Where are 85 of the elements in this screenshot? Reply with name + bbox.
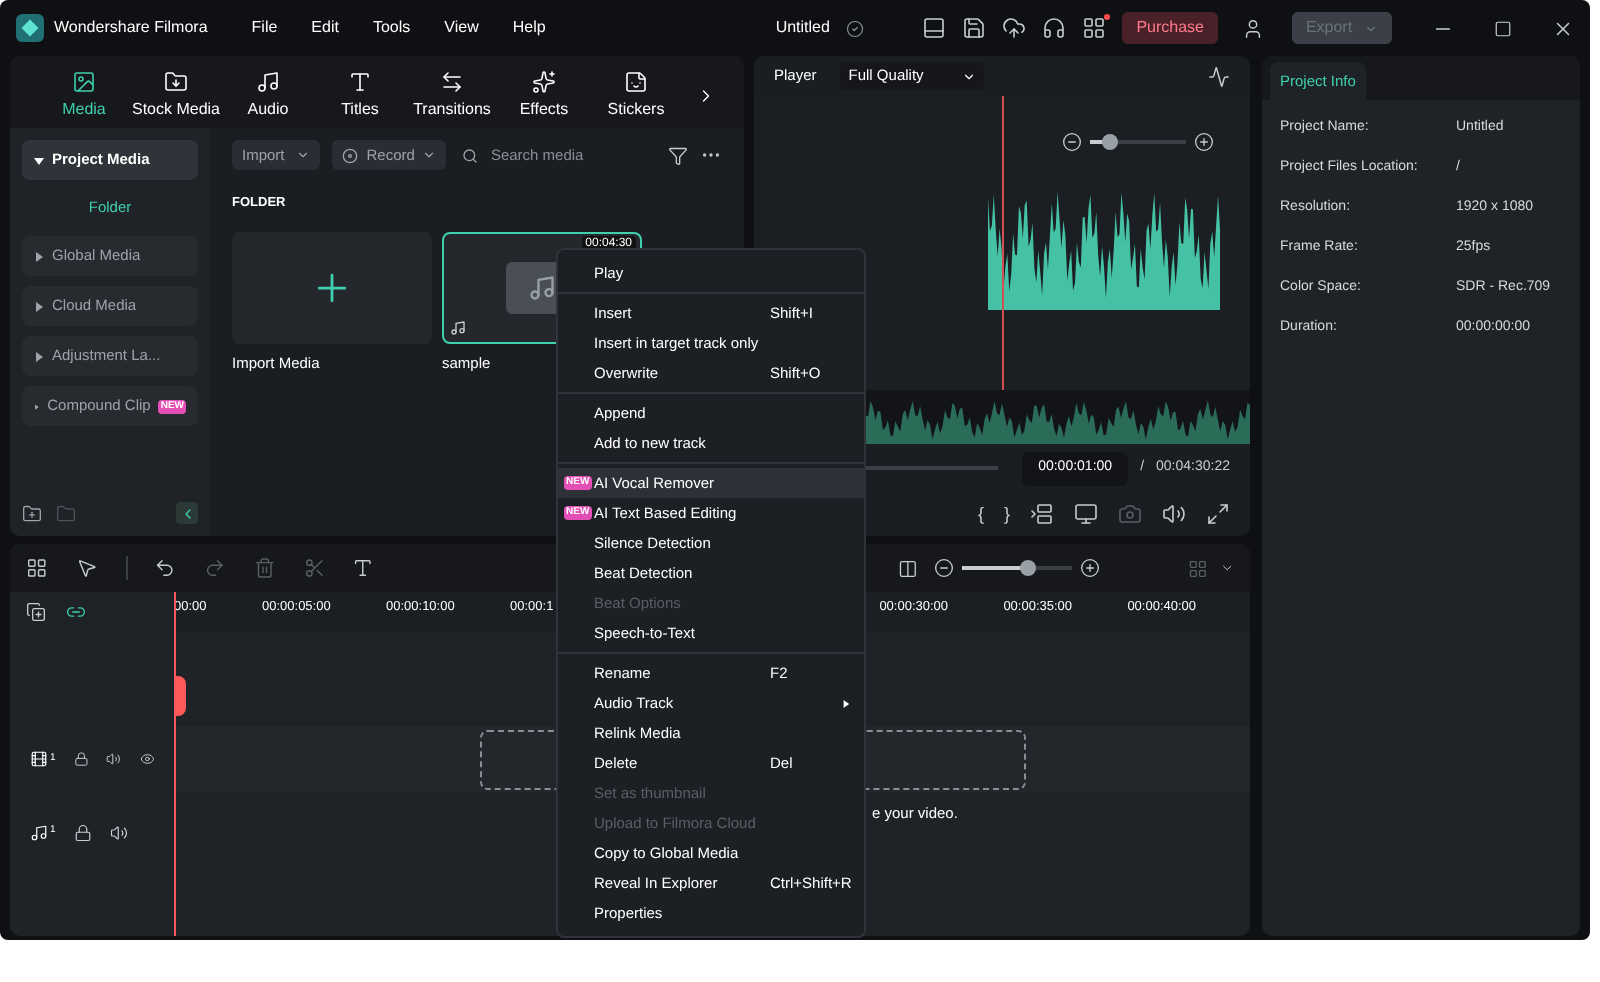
- layout-icon[interactable]: [922, 16, 947, 40]
- fullscreen-icon[interactable]: [1206, 502, 1230, 527]
- playhead-handle[interactable]: [174, 676, 186, 716]
- menu-item[interactable]: Tools: [372, 16, 411, 40]
- media-tab[interactable]: Effects: [498, 70, 590, 122]
- film-icon: [30, 750, 48, 768]
- link-icon[interactable]: [66, 602, 86, 622]
- right-triangle-icon: [34, 351, 44, 361]
- maximize-icon[interactable]: [1494, 19, 1512, 37]
- redo-icon[interactable]: [204, 556, 226, 580]
- save-icon[interactable]: [962, 16, 987, 40]
- music-note-icon: [528, 273, 556, 302]
- project-title: Untitled: [775, 16, 830, 40]
- monitor-icon[interactable]: [1074, 502, 1098, 527]
- image-icon: [72, 70, 96, 94]
- media-tab[interactable]: Transitions: [406, 70, 498, 122]
- insert-icon[interactable]: [1030, 502, 1054, 527]
- camera-icon[interactable]: [1118, 502, 1142, 527]
- zoom-out-icon[interactable]: [1062, 132, 1082, 152]
- right-triangle-icon: [34, 251, 44, 261]
- menu-item[interactable]: Edit: [311, 16, 339, 40]
- import-media-tile[interactable]: [232, 231, 432, 344]
- speaker-icon[interactable]: [1162, 502, 1186, 527]
- caret-icon[interactable]: [1219, 560, 1235, 576]
- fit-icon[interactable]: [898, 557, 918, 579]
- zoom-in-icon[interactable]: [1080, 558, 1100, 578]
- right-triangle-icon: [34, 401, 40, 411]
- speaker-icon[interactable]: [109, 823, 128, 841]
- cloud-icon[interactable]: [1002, 16, 1027, 40]
- media-tab[interactable]: Stock Media: [130, 70, 222, 122]
- trash-icon[interactable]: [253, 556, 276, 580]
- slider-thumb[interactable]: [1020, 560, 1036, 576]
- zoom-out-icon[interactable]: [934, 558, 954, 578]
- filter-icon[interactable]: [668, 145, 688, 165]
- undo-icon[interactable]: [154, 556, 177, 580]
- record-icon: [342, 147, 359, 163]
- check-icon: [845, 19, 864, 37]
- zoom-slider[interactable]: [1090, 132, 1186, 152]
- mark-in-button[interactable]: {: [977, 501, 984, 528]
- caret-icon: [1364, 21, 1379, 35]
- media-tab[interactable]: Stickers: [590, 70, 682, 122]
- text-icon[interactable]: [352, 556, 375, 580]
- text-icon: [348, 70, 372, 94]
- menu-item[interactable]: View: [444, 16, 479, 40]
- purchase-button[interactable]: Purchase: [1122, 12, 1218, 44]
- media-tab[interactable]: Audio: [222, 70, 314, 122]
- waveform-monitor-icon[interactable]: [1208, 65, 1230, 87]
- collapse-button[interactable]: [176, 502, 198, 524]
- right-triangle-icon: [34, 301, 44, 311]
- arrows-icon: [440, 70, 464, 94]
- grid-icon[interactable]: [26, 556, 48, 580]
- down-triangle-icon: [34, 155, 44, 165]
- mark-out-button[interactable]: }: [1003, 501, 1010, 528]
- pointer-icon[interactable]: [75, 556, 97, 580]
- headset-icon[interactable]: [1042, 16, 1067, 40]
- music-note-icon: [450, 319, 466, 336]
- caret-icon: [422, 148, 437, 162]
- sticker-icon: [624, 70, 648, 94]
- scissors-icon[interactable]: [303, 556, 325, 580]
- sparkle-icon: [532, 70, 556, 94]
- folder-icon: [164, 70, 188, 94]
- lock-icon[interactable]: [73, 823, 92, 841]
- media-tab[interactable]: Titles: [314, 70, 406, 122]
- new-folder-icon[interactable]: [22, 503, 42, 523]
- close-icon[interactable]: [1552, 17, 1574, 39]
- search-icon: [462, 147, 479, 163]
- zoom-in-icon[interactable]: [1194, 132, 1214, 152]
- menu-item[interactable]: Help: [512, 16, 546, 40]
- user-icon[interactable]: [1242, 17, 1264, 39]
- caret-icon: [962, 69, 977, 83]
- add-track-icon[interactable]: [26, 602, 46, 622]
- app-name: Wondershare Filmora: [54, 16, 208, 40]
- speaker-icon[interactable]: [106, 750, 122, 768]
- caret-icon: [296, 148, 311, 162]
- media-tab[interactable]: Media: [38, 70, 130, 122]
- submenu-arrow-icon: [842, 699, 850, 707]
- slider-thumb[interactable]: [1101, 134, 1118, 150]
- app-logo-icon: [16, 14, 44, 42]
- apps-icon[interactable]: [1082, 16, 1107, 40]
- lock-icon[interactable]: [73, 750, 89, 768]
- music-note-icon: [256, 70, 280, 94]
- menu-item[interactable]: File: [251, 16, 278, 40]
- eye-icon[interactable]: [139, 750, 154, 768]
- music-note-icon: [30, 823, 48, 841]
- zoom-slider[interactable]: [962, 558, 1072, 578]
